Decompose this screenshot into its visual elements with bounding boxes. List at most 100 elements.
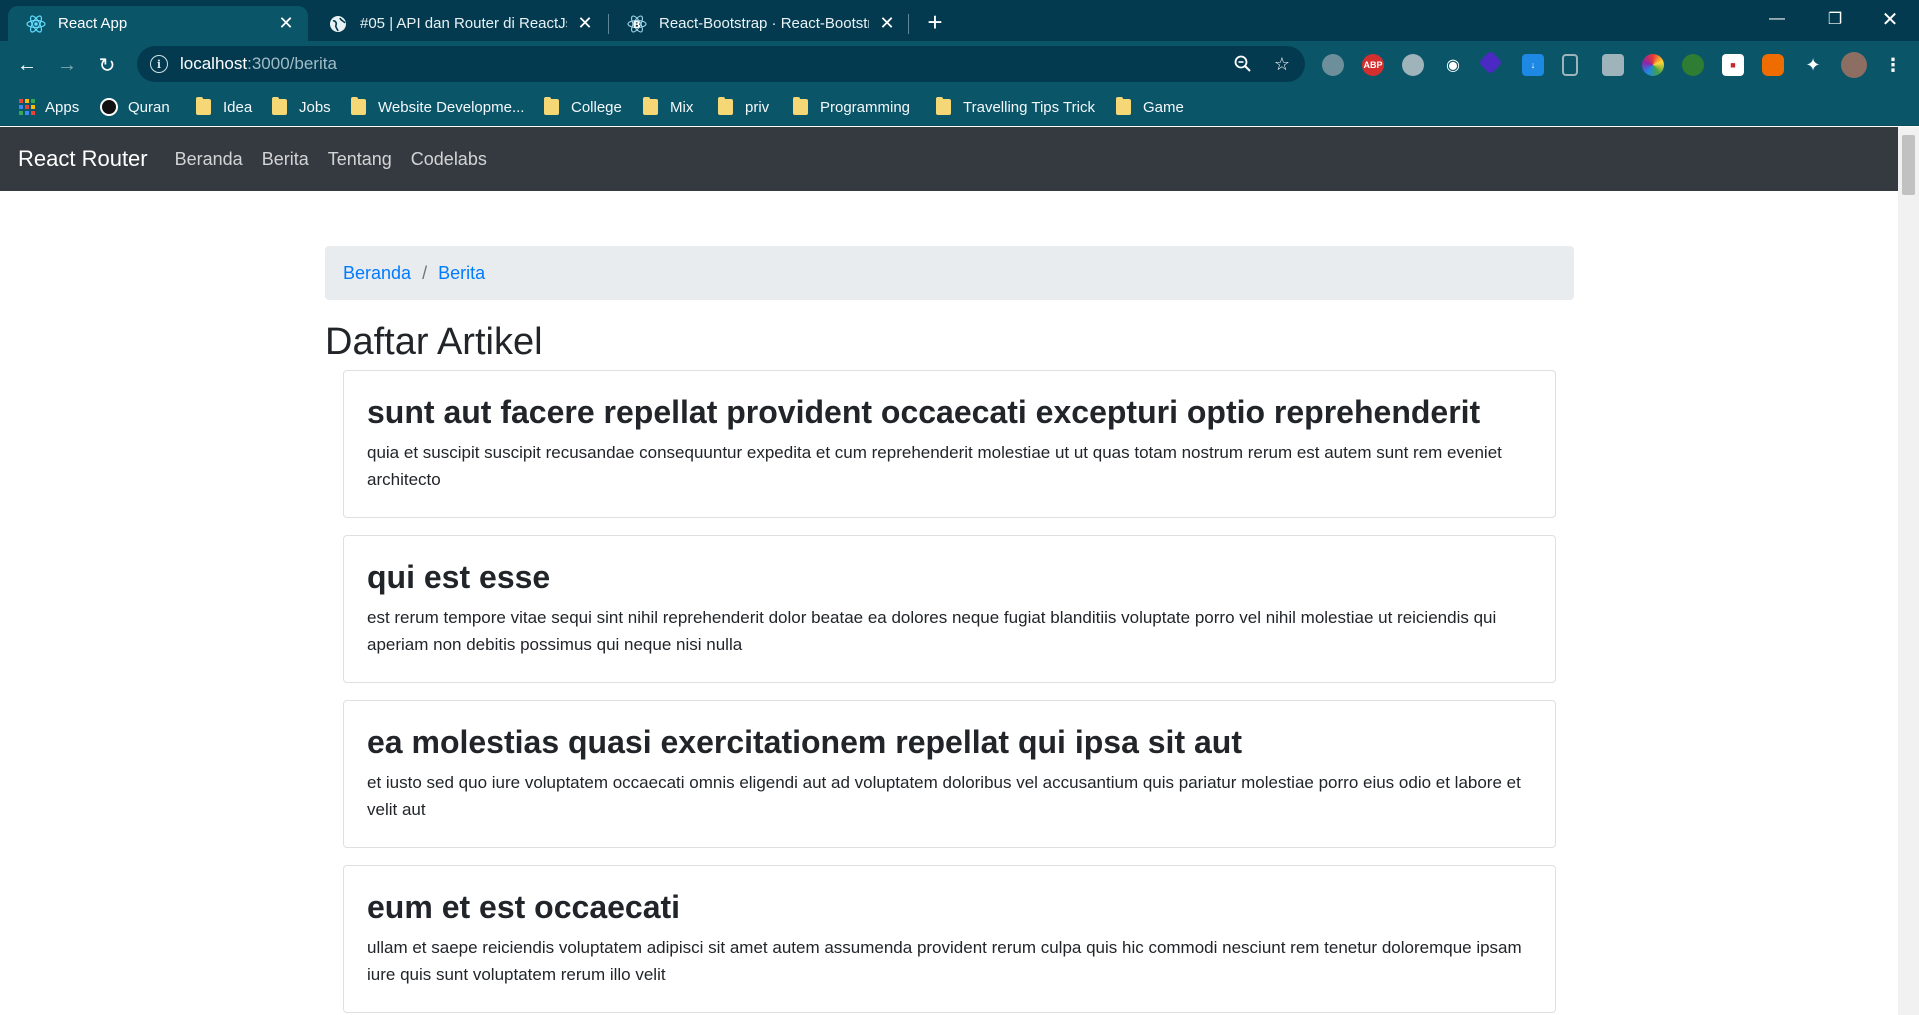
globe-extension-icon[interactable] [1322,54,1344,76]
close-window-button[interactable]: ✕ [1861,0,1919,38]
site-info-icon[interactable]: i [150,55,168,73]
folder-icon [351,97,366,115]
browser-tab-strip: React App ✕ #05 | API dan Router di Reac… [0,0,1919,41]
bookmark-label: Quran [128,98,170,116]
puzzle-extensions-icon[interactable]: ✦ [1802,54,1824,76]
article-card: qui est esse est rerum tempore vitae seq… [343,535,1556,683]
bookmark-label: Mix [670,98,694,116]
tab-title: #05 | API dan Router di ReactJs [360,15,567,32]
breadcrumb-beranda[interactable]: Beranda [343,263,411,284]
tab-separator [908,14,909,34]
breadcrumb-separator: / [422,262,428,283]
bookmark-quran[interactable]: Quran [100,96,170,118]
bookmark-folder-game[interactable]: Game [1116,96,1184,118]
article-body: ullam et saepe reiciendis voluptatem adi… [367,938,1522,984]
main-container: Beranda / Berita Daftar Artikel sunt aut… [325,246,1574,1013]
react-icon [26,14,46,34]
close-tab-icon[interactable]: ✕ [575,13,595,34]
metamask-icon[interactable] [1762,54,1784,76]
forward-arrow-icon[interactable]: → [51,49,83,81]
tab-title: React-Bootstrap · React-Bootstrap [659,15,869,32]
color-picker-icon[interactable] [1642,54,1664,76]
article-title: ea molestias quasi exercitationem repell… [367,724,1242,760]
zoom-icon[interactable] [1231,52,1255,76]
bookmarks-bar: Apps Quran Idea Jobs Website Developme..… [0,88,1919,126]
reload-icon[interactable]: ↻ [91,49,123,81]
ninja-extension-icon[interactable]: ■ [1722,54,1744,76]
folder-icon [718,97,733,115]
bookmark-folder-website[interactable]: Website Developme... [351,96,524,118]
bookmark-folder-jobs[interactable]: Jobs [272,96,331,118]
bookmark-label: Travelling Tips Trick [963,98,1095,116]
bookmark-folder-travelling[interactable]: Travelling Tips Trick [936,96,1095,118]
article-title: qui est esse [367,559,551,595]
new-tab-button[interactable]: + [920,8,950,38]
bookmark-apps[interactable]: Apps [19,96,79,118]
url-path: :3000/berita [247,54,337,73]
document-extension-icon[interactable] [1562,54,1578,76]
article-card: eum et est occaecati ullam et saepe reic… [343,865,1556,1013]
folder-icon [643,97,658,115]
download-extension-icon[interactable]: ↓ [1522,54,1544,76]
article-card: ea molestias quasi exercitationem repell… [343,700,1556,848]
folder-icon [793,97,808,115]
nav-link-tentang[interactable]: Tentang [328,149,392,170]
tab-react-app[interactable]: React App ✕ [8,6,308,41]
restore-button[interactable]: ❐ [1806,0,1864,38]
tab-react-bootstrap[interactable]: B React-Bootstrap · React-Bootstrap ✕ [609,6,909,41]
scrollbar-thumb[interactable] [1902,135,1915,195]
bookmark-label: Apps [45,98,80,116]
bookmark-folder-priv[interactable]: priv [718,96,769,118]
profile-avatar[interactable] [1841,52,1867,78]
nav-link-berita[interactable]: Berita [262,149,309,170]
bookmark-folder-mix[interactable]: Mix [643,96,693,118]
chat-extension-icon[interactable] [1402,54,1424,76]
article-title: eum et est occaecati [367,889,681,925]
bookmark-label: Programming [820,98,911,116]
bookmark-folder-college[interactable]: College [544,96,622,118]
menu-kebab-icon[interactable]: ⋮ [1882,54,1904,76]
page-viewport: React Router Beranda Berita Tentang Code… [0,127,1919,1015]
folder-icon [196,97,211,115]
breadcrumb: Beranda / Berita [325,246,1574,300]
folder-icon [1116,97,1131,115]
folder-icon [544,97,559,115]
nav-link-codelabs[interactable]: Codelabs [411,149,487,170]
bookmark-label: Jobs [299,98,331,116]
react-bootstrap-icon: B [627,14,647,34]
page-scrollbar[interactable] [1898,127,1919,1015]
globe-icon [328,14,348,34]
bookmark-folder-idea[interactable]: Idea [196,96,252,118]
bookmark-label: Game [1143,98,1184,116]
bookmark-star-icon[interactable]: ☆ [1270,52,1294,76]
cube-extension-icon[interactable] [1478,50,1503,75]
close-tab-icon[interactable]: ✕ [276,13,296,34]
minimize-button[interactable]: — [1748,0,1806,38]
apps-grid-icon [19,99,35,115]
adblock-icon[interactable]: ABP [1362,54,1384,76]
quran-icon [100,98,118,116]
bookmark-folder-programming[interactable]: Programming [793,96,910,118]
navbar-brand[interactable]: React Router [18,146,148,172]
owl-extension-icon[interactable]: ◉ [1442,54,1464,76]
article-body: et iusto sed quo iure voluptatem occaeca… [367,773,1521,819]
svg-text:B: B [633,20,641,31]
bookmark-label: Website Developme... [378,98,525,116]
address-bar[interactable]: i localhost:3000/berita ☆ [137,46,1305,82]
translate-extension-icon[interactable] [1682,54,1704,76]
back-arrow-icon[interactable]: ← [11,49,43,81]
page-title: Daftar Artikel [325,321,543,363]
breadcrumb-berita[interactable]: Berita [438,263,485,284]
bookmark-label: priv [745,98,770,116]
bookmark-label: College [571,98,622,116]
tab-api-router[interactable]: #05 | API dan Router di ReactJs ✕ [310,6,607,41]
article-body: quia et suscipit suscipit recusandae con… [367,443,1502,489]
url-text[interactable]: localhost:3000/berita [180,54,337,74]
nav-link-beranda[interactable]: Beranda [175,149,243,170]
article-card: sunt aut facere repellat provident occae… [343,370,1556,518]
article-title: sunt aut facere repellat provident occae… [367,394,1481,430]
close-tab-icon[interactable]: ✕ [877,13,897,34]
url-host: localhost [180,54,248,73]
camera-extension-icon[interactable] [1602,54,1624,76]
folder-icon [936,97,951,115]
